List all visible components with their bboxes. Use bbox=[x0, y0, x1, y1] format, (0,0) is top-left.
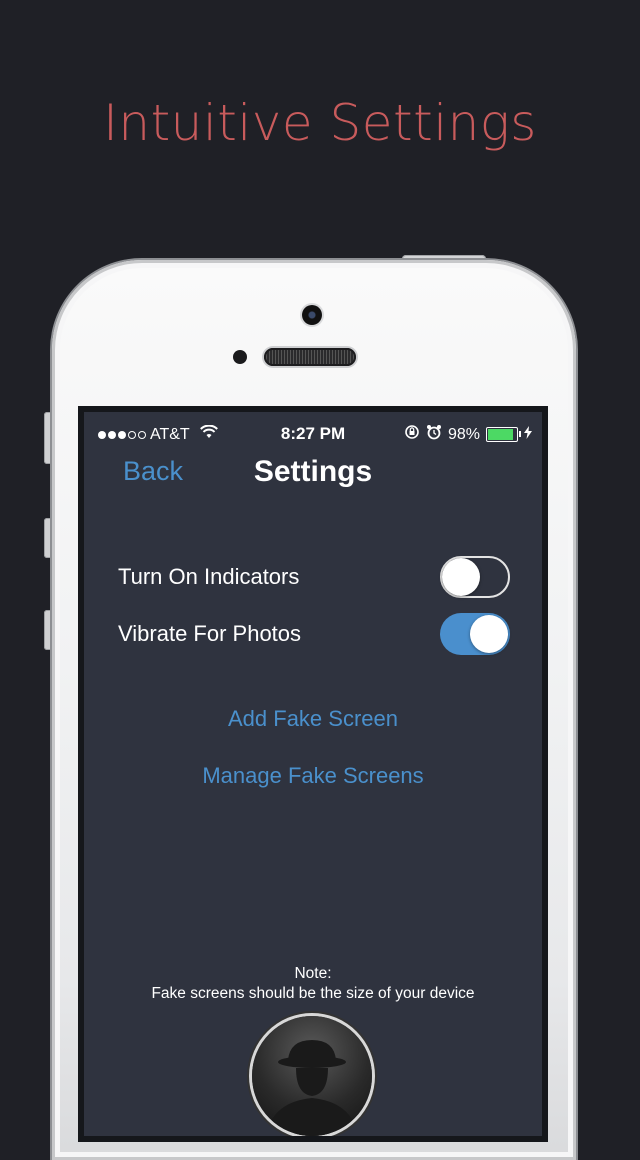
status-right-group: 98% bbox=[404, 424, 532, 445]
setting-row-vibrate: Vibrate For Photos bbox=[118, 613, 510, 657]
indicators-label: Turn On Indicators bbox=[118, 564, 300, 589]
earpiece-speaker bbox=[264, 348, 356, 366]
note-body: Fake screens should be the size of your … bbox=[151, 985, 475, 1002]
spy-avatar-icon bbox=[252, 1016, 372, 1136]
note-title: Note: bbox=[294, 965, 332, 982]
toggle-knob bbox=[442, 558, 480, 596]
add-fake-screen-button[interactable]: Add Fake Screen bbox=[84, 706, 542, 732]
charging-icon bbox=[524, 425, 532, 444]
status-bar: AT&T 8:27 PM 98% bbox=[84, 412, 542, 452]
battery-icon bbox=[486, 427, 521, 442]
proximity-sensor bbox=[233, 350, 247, 364]
front-camera bbox=[302, 305, 322, 325]
alarm-icon bbox=[426, 424, 442, 445]
battery-fill bbox=[488, 429, 513, 440]
phone-screen: AT&T 8:27 PM 98% Back Settings Turn On I… bbox=[84, 412, 542, 1136]
orientation-lock-icon bbox=[404, 424, 420, 445]
manage-fake-screens-button[interactable]: Manage Fake Screens bbox=[84, 763, 542, 789]
indicators-toggle[interactable] bbox=[440, 556, 510, 598]
navigation-bar: Back Settings bbox=[84, 452, 542, 496]
note-text: Note: Fake screens should be the size of… bbox=[84, 964, 542, 1004]
battery-percent: 98% bbox=[447, 425, 480, 443]
vibrate-toggle[interactable] bbox=[440, 613, 510, 655]
setting-row-indicators: Turn On Indicators bbox=[118, 556, 510, 600]
page-title: Settings bbox=[253, 455, 373, 488]
vibrate-label: Vibrate For Photos bbox=[118, 621, 302, 646]
headline: Intuitive Settings bbox=[103, 94, 537, 152]
toggle-knob bbox=[470, 615, 508, 653]
